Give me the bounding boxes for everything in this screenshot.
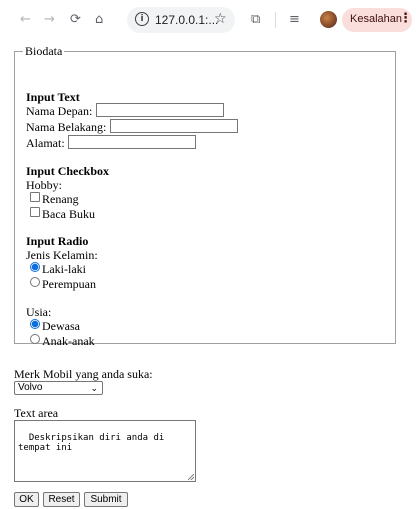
chevron-down-icon: ⌄ <box>90 383 98 393</box>
nama-depan-label: Nama Depan: <box>26 104 93 118</box>
biodata-fieldset: Biodata Input Text Nama Depan: Nama Bela… <box>14 44 396 348</box>
checkbox-baca-buku[interactable]: Baca Buku <box>30 207 95 221</box>
checkbox-renang[interactable]: Renang <box>30 192 79 206</box>
browser-toolbar: ← → ⟳ ⌂ i 127.0.0.1:... ☆ ⧉ ≡ Kesalahan … <box>0 0 416 40</box>
input-radio-heading: Input Radio <box>26 234 89 248</box>
reload-icon[interactable]: ⟳ <box>70 11 81 29</box>
input-checkbox-heading: Input Checkbox <box>26 164 110 178</box>
biodata-legend: Biodata <box>25 44 63 58</box>
car-select-value: Volvo <box>18 382 43 393</box>
radio-button[interactable] <box>30 319 40 329</box>
car-select-label: Merk Mobil yang anda suka: <box>14 367 153 381</box>
checkbox-box[interactable] <box>30 207 40 217</box>
radio-label: Dewasa <box>42 319 80 333</box>
ok-button[interactable]: OK <box>14 492 39 507</box>
input-text-heading: Input Text <box>26 90 80 104</box>
hobby-label: Hobby: <box>26 178 62 192</box>
back-arrow-icon[interactable]: ← <box>20 11 31 29</box>
forward-arrow-icon[interactable]: → <box>44 11 55 29</box>
reading-list-icon[interactable]: ≡ <box>289 11 300 29</box>
usia-label: Usia: <box>26 305 52 319</box>
checkbox-box[interactable] <box>30 192 40 202</box>
address-bar[interactable]: i 127.0.0.1:... ☆ <box>127 7 235 33</box>
checkbox-label: Renang <box>42 192 79 206</box>
radio-dewasa[interactable]: Dewasa <box>30 319 80 333</box>
radio-button[interactable] <box>30 334 40 344</box>
info-icon[interactable]: i <box>135 12 149 26</box>
resize-handle-icon[interactable] <box>188 474 194 480</box>
radio-label: Anak-anak <box>42 334 95 348</box>
radio-label: Perempuan <box>42 277 96 291</box>
nama-belakang-label: Nama Belakang: <box>26 120 107 134</box>
radio-button[interactable] <box>30 262 40 272</box>
error-label: Kesalahan <box>350 13 402 25</box>
checkbox-label: Baca Buku <box>42 207 95 221</box>
reset-button[interactable]: Reset <box>43 492 80 507</box>
extensions-icon[interactable]: ⧉ <box>251 11 260 29</box>
car-select[interactable]: Volvo ⌄ <box>14 381 103 395</box>
submit-button[interactable]: Submit <box>84 492 128 507</box>
more-menu-icon[interactable]: ⋮ <box>399 11 412 26</box>
radio-label: Laki-laki <box>42 262 86 276</box>
nama-depan-input[interactable] <box>96 103 224 117</box>
nama-belakang-input[interactable] <box>110 119 238 133</box>
jenis-kelamin-label: Jenis Kelamin: <box>26 248 98 262</box>
textarea-value: Deskripsikan diri anda di tempat ini <box>18 433 170 453</box>
star-icon[interactable]: ☆ <box>214 11 227 27</box>
error-button[interactable]: Kesalahan ⋮ <box>342 8 412 32</box>
address-url: 127.0.0.1:... <box>155 13 219 27</box>
alamat-label: Alamat: <box>26 136 65 150</box>
home-icon[interactable]: ⌂ <box>95 11 103 29</box>
toolbar-divider <box>275 12 276 28</box>
radio-perempuan[interactable]: Perempuan <box>30 277 96 291</box>
textarea-label: Text area <box>14 406 59 420</box>
radio-laki-laki[interactable]: Laki-laki <box>30 262 86 276</box>
avatar[interactable] <box>320 11 337 28</box>
alamat-input[interactable] <box>68 135 196 149</box>
description-textarea[interactable]: Deskripsikan diri anda di tempat ini <box>14 420 196 482</box>
radio-anak-anak[interactable]: Anak-anak <box>30 334 95 348</box>
radio-button[interactable] <box>30 277 40 287</box>
